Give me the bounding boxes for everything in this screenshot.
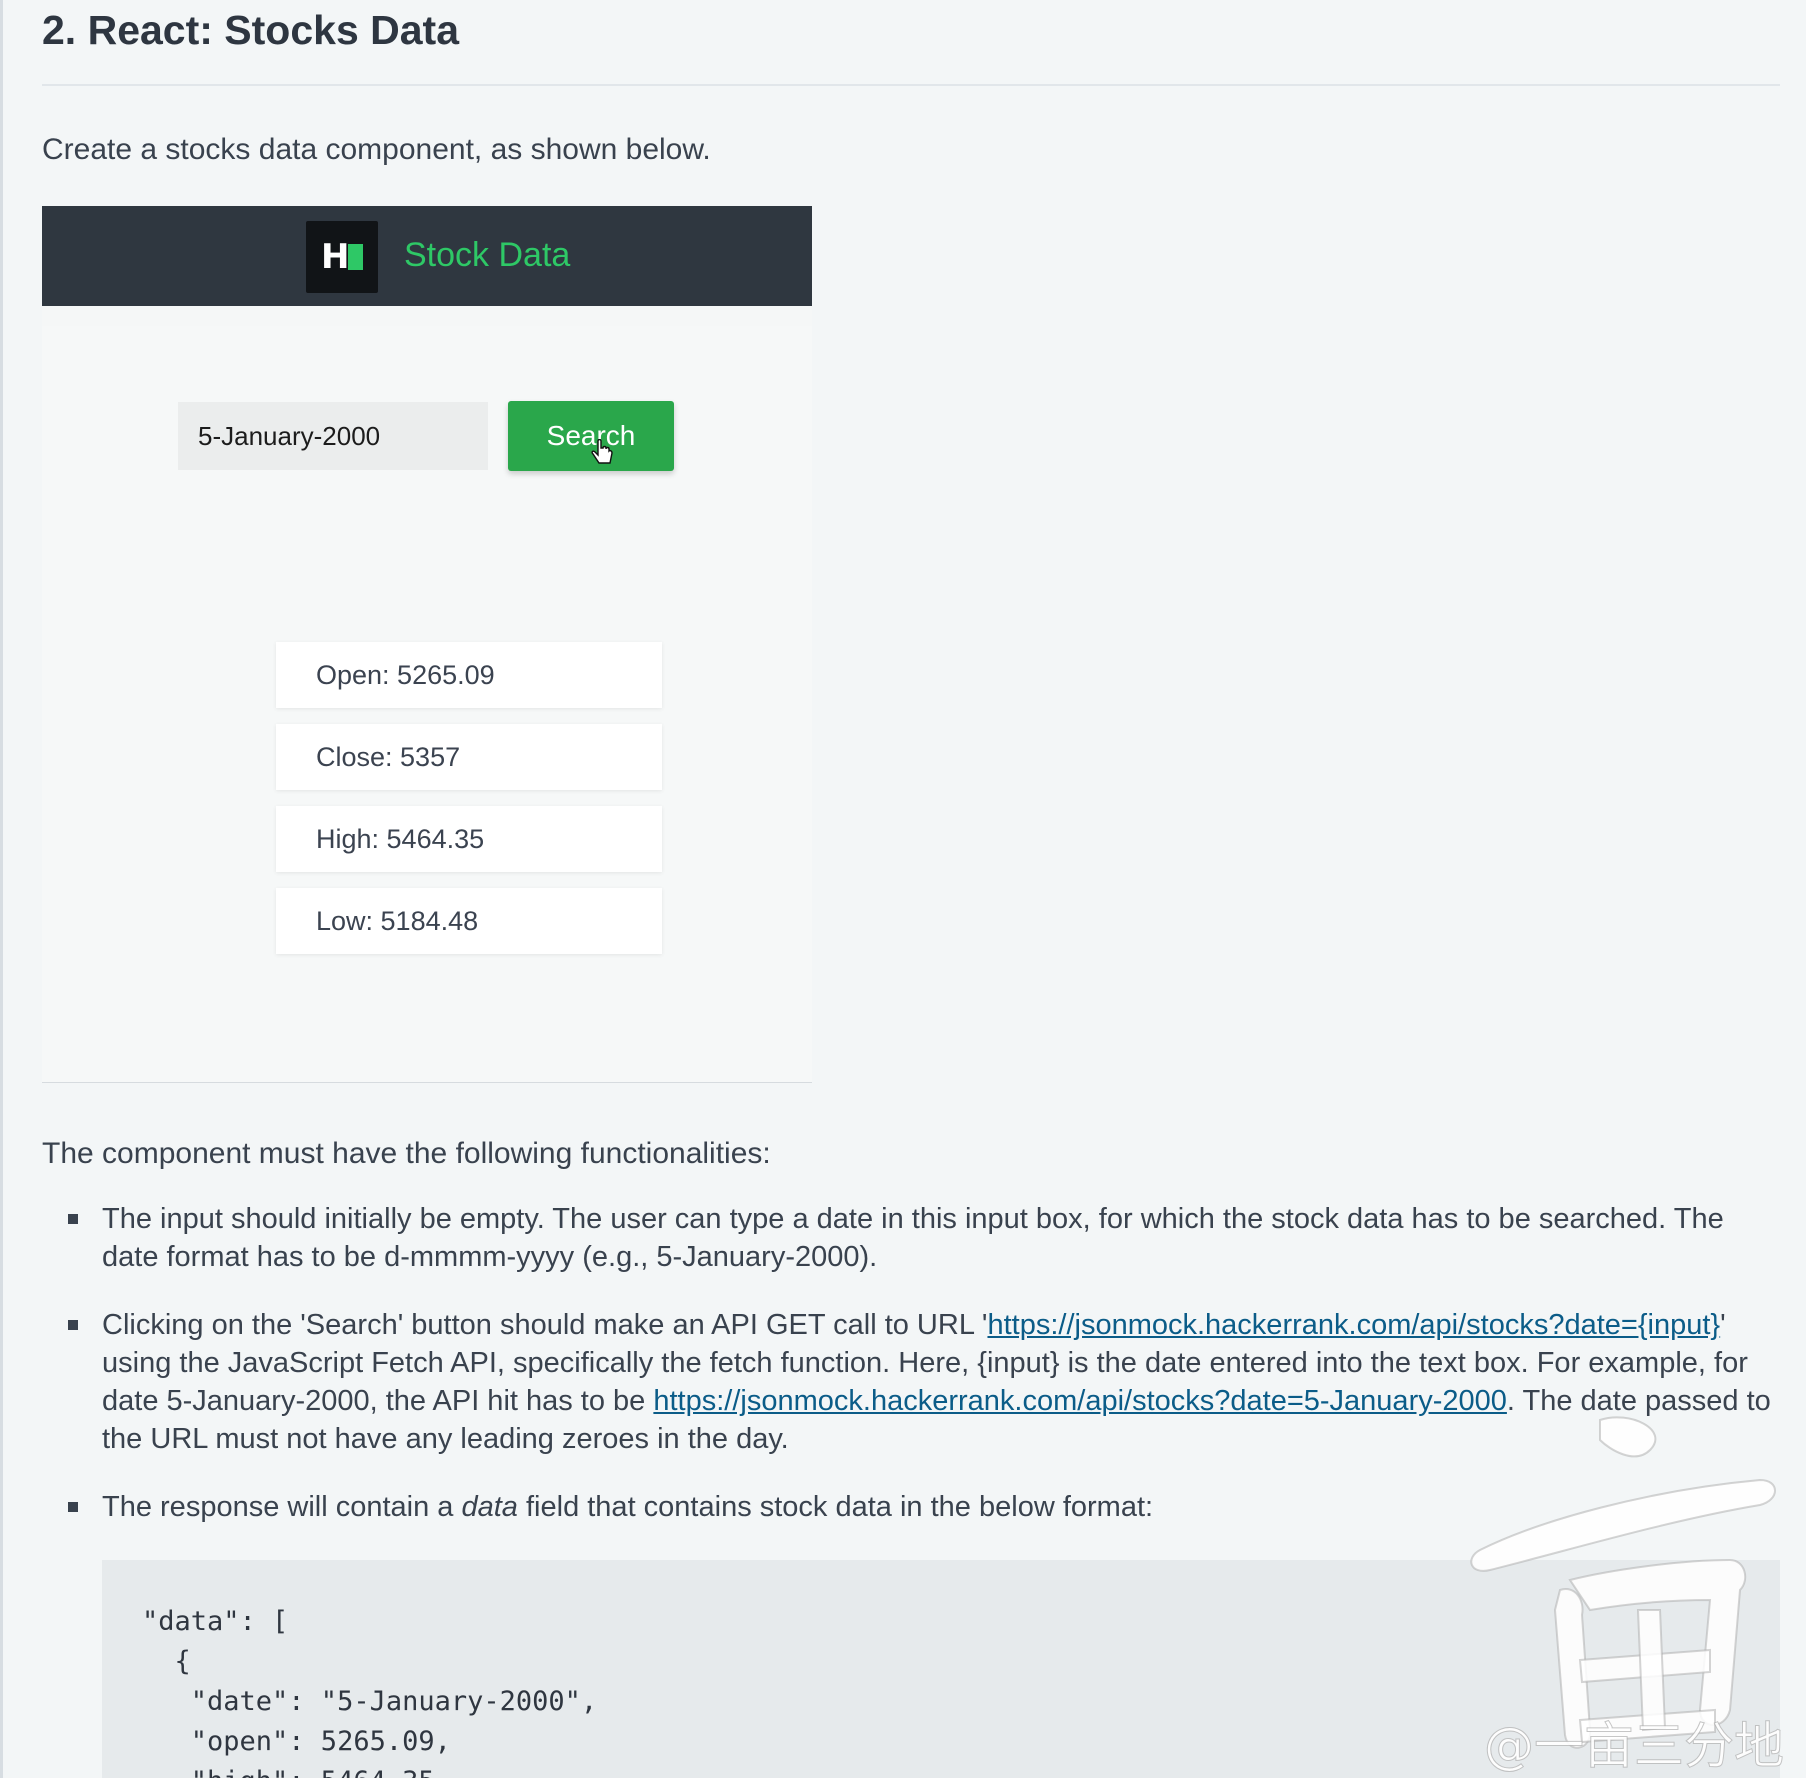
list-item: The input should initially be empty. The… [42,1200,1780,1276]
hackerrank-logo-icon: H [306,221,378,293]
stat-high: High: 5464.35 [276,806,662,872]
requirements-list: The input should initially be empty. The… [42,1200,1780,1556]
left-border [0,0,3,1778]
requirement-text: The response will contain a [102,1491,462,1523]
hand-pointer-icon [591,439,613,464]
bullet-icon [68,1502,78,1512]
example-url-link[interactable]: https://jsonmock.hackerrank.com/api/stoc… [653,1385,1507,1417]
stat-open: Open: 5265.09 [276,642,662,708]
api-url-link[interactable]: https://jsonmock.hackerrank.com/api/stoc… [987,1309,1720,1341]
document-page: 2. React: Stocks Data Create a stocks da… [0,0,1806,1778]
requirement-text: field that contains stock data in the be… [517,1491,1154,1523]
page-title: 2. React: Stocks Data [42,7,460,53]
bullet-icon [68,1214,78,1224]
demo-header: H Stock Data [42,206,812,306]
requirement-text: Clicking on the 'Search' button should m… [102,1309,988,1341]
stat-close: Close: 5357 [276,724,662,790]
data-field-name: data [461,1491,518,1523]
requirement-text: The input should initially be empty. The… [102,1203,1724,1273]
functionalities-heading: The component must have the following fu… [42,1137,771,1170]
logo-letter: H [321,237,350,277]
demo-body: Search Open: 5265.09 Close: 5357 High: 5… [42,326,812,1082]
bullet-icon [68,1320,78,1330]
intro-text: Create a stocks data component, as shown… [42,133,711,166]
logo-square [348,244,363,270]
list-item: The response will contain a data field t… [42,1488,1780,1526]
watermark-text: @一亩三分地 [1484,1717,1785,1776]
stat-low: Low: 5184.48 [276,888,662,954]
list-item: Clicking on the 'Search' button should m… [42,1306,1780,1458]
divider [42,84,1780,86]
date-input[interactable] [178,402,488,470]
content: 2. React: Stocks Data Create a stocks da… [42,0,1780,1778]
app-title: Stock Data [404,236,571,274]
demo-screenshot: H Stock Data Search Open: 5265.09 Close:… [42,206,812,1083]
